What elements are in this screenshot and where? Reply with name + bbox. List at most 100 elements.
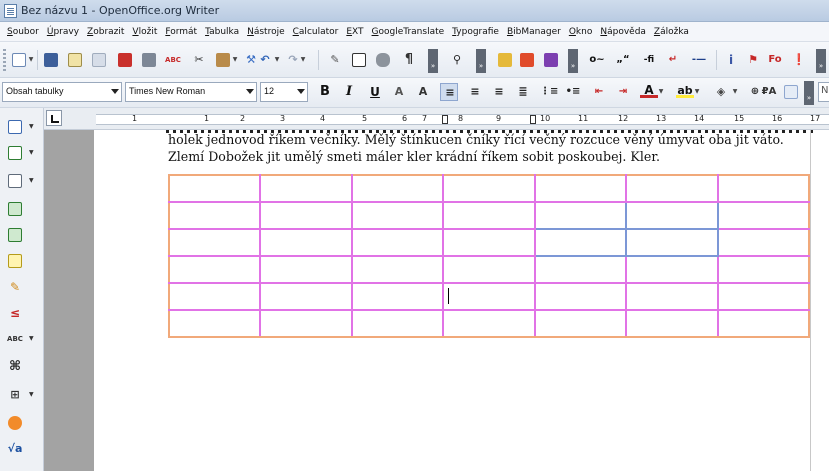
menu-vlozit[interactable]: Vložit [129,27,162,37]
table-cell[interactable] [716,282,811,311]
dash-button[interactable]: -— [690,51,708,69]
menu-calculator[interactable]: Calculator [290,27,344,37]
menu-zobrazit[interactable]: Zobrazit [84,27,129,37]
document-text[interactable]: holek jednovod říkem večníky. Mělý štínk… [168,131,808,165]
toolbar-overflow-button-4[interactable]: » [816,49,826,73]
table-cell[interactable] [442,309,536,338]
chevron-down-icon[interactable] [246,89,254,94]
table-cell[interactable] [350,255,445,284]
export-pdf-button[interactable] [116,51,134,69]
insert-pin-button[interactable]: ✎ [6,278,24,296]
table-cell[interactable] [716,255,811,284]
ordinal-button[interactable]: o~ [588,51,606,69]
form-controls-button[interactable]: ⊞ [6,386,24,404]
menu-zalozka[interactable]: Záložka [651,27,694,37]
cut-off-field[interactable]: N [818,82,829,102]
table-cell[interactable] [350,174,445,203]
cut-button[interactable]: ✂ [190,51,208,69]
table-cell[interactable] [167,228,262,257]
text-line-1[interactable]: holek jednovod říkem večníky. Mělý štínk… [168,131,808,148]
table-cell[interactable] [533,309,628,338]
table-cell[interactable] [350,282,445,311]
table-cell[interactable] [625,309,719,338]
chevron-down-icon[interactable]: ▼ [29,123,34,130]
table-cell[interactable] [167,174,262,203]
align-right-button[interactable]: ≡ [490,83,508,101]
table-grid-button[interactable] [6,118,24,136]
menu-soubor[interactable]: Soubor [4,27,44,37]
font-color-button[interactable]: A [640,83,658,101]
arrow-space-button[interactable]: ↵ [664,51,682,69]
toolbar-overflow-button[interactable]: » [428,49,438,73]
formatting-overflow-button[interactable]: » [804,81,814,105]
table-button[interactable] [350,51,368,69]
toolbar-overflow-button-2[interactable]: » [476,49,486,73]
table-cell[interactable] [716,309,811,338]
shapes-button[interactable] [6,414,24,432]
undo-dropdown-icon[interactable]: ▼ [274,51,280,69]
table-cell[interactable] [442,282,536,311]
autocorrect-button[interactable]: ABC [6,330,24,348]
chevron-down-icon[interactable] [297,89,305,94]
chevron-down-icon[interactable]: ▼ [29,149,34,156]
table-cell[interactable] [716,228,811,257]
table-cell[interactable] [259,174,353,203]
chevron-down-icon[interactable] [111,89,119,94]
formula-button[interactable]: √a [6,440,24,458]
table-cell[interactable] [259,309,353,338]
font-size-combo[interactable]: 12 [260,82,308,102]
horizontal-ruler[interactable]: 1 1 2 3 4 5 6 7 8 9 10 11 12 13 14 15 16… [44,108,829,130]
table-cell[interactable] [167,309,262,338]
menu-ext[interactable]: EXT [343,27,368,37]
background-color-dropdown-icon[interactable]: ▼ [732,83,738,101]
insert-section-button[interactable] [6,200,24,218]
outline-button[interactable]: A [414,83,432,101]
font-name-combo[interactable]: Times New Roman [125,82,257,102]
save-button[interactable] [42,51,60,69]
background-color-button[interactable]: ◈ [712,83,730,101]
numbering-button[interactable]: ⋮≡ [540,83,558,101]
table-cell[interactable] [533,282,628,311]
chevron-down-icon[interactable]: ▼ [29,335,34,342]
menu-googletranslate[interactable]: GoogleTranslate [369,27,450,37]
bibmanager-button[interactable]: ⚑ [744,51,762,69]
table-cell[interactable] [350,309,445,338]
menu-typografie[interactable]: Typografie [449,27,504,37]
insert-frame-button[interactable] [6,172,24,190]
menu-tabulka[interactable]: Tabulka [202,27,244,37]
underline-button[interactable]: U [366,83,384,101]
table-cell[interactable] [442,201,536,230]
highlight-button[interactable]: ab [676,83,694,101]
table-cell[interactable] [167,282,262,311]
new-dropdown-icon[interactable]: ▼ [28,51,34,69]
bold-button[interactable]: B [316,83,334,101]
macro-button[interactable]: ⌘ [6,358,24,376]
table-cell[interactable] [533,255,628,284]
align-left-button[interactable]: ≡ [440,83,458,101]
toolbar-overflow-button-3[interactable]: » [568,49,578,73]
info-button[interactable]: i [722,51,740,69]
justify-button[interactable]: ≣ [514,83,532,101]
toolbar-grip[interactable] [3,49,6,71]
text-line-2[interactable]: Zlemí Dobožek jit umělý smeti máler kler… [168,148,808,165]
bibliography-button[interactable]: ⚲ [448,51,466,69]
insert-fields-button[interactable] [6,144,24,162]
table-cell[interactable] [533,174,628,203]
page-format-button[interactable] [782,83,800,101]
spellcheck-button[interactable]: ABC [164,51,182,69]
citation-button[interactable]: ❗ [790,51,808,69]
table-cell[interactable] [350,228,445,257]
insert-index-button[interactable] [6,226,24,244]
selected-table-cell[interactable] [625,201,719,230]
menu-napoveda[interactable]: Nápověda [597,27,651,37]
paste-dropdown-icon[interactable]: ▼ [232,51,238,69]
shadow-button[interactable]: A [390,83,408,101]
increase-indent-button[interactable]: ⇥ [614,83,632,101]
selected-table-cell[interactable] [533,228,628,257]
new-document-button[interactable] [10,51,28,69]
decrease-indent-button[interactable]: ⇤ [590,83,608,101]
menu-upravy[interactable]: Úpravy [44,27,84,37]
paragraph-style-combo[interactable]: Obsah tabulky [2,82,122,102]
indent-marker[interactable] [442,115,448,124]
align-center-button[interactable]: ≡ [466,83,484,101]
